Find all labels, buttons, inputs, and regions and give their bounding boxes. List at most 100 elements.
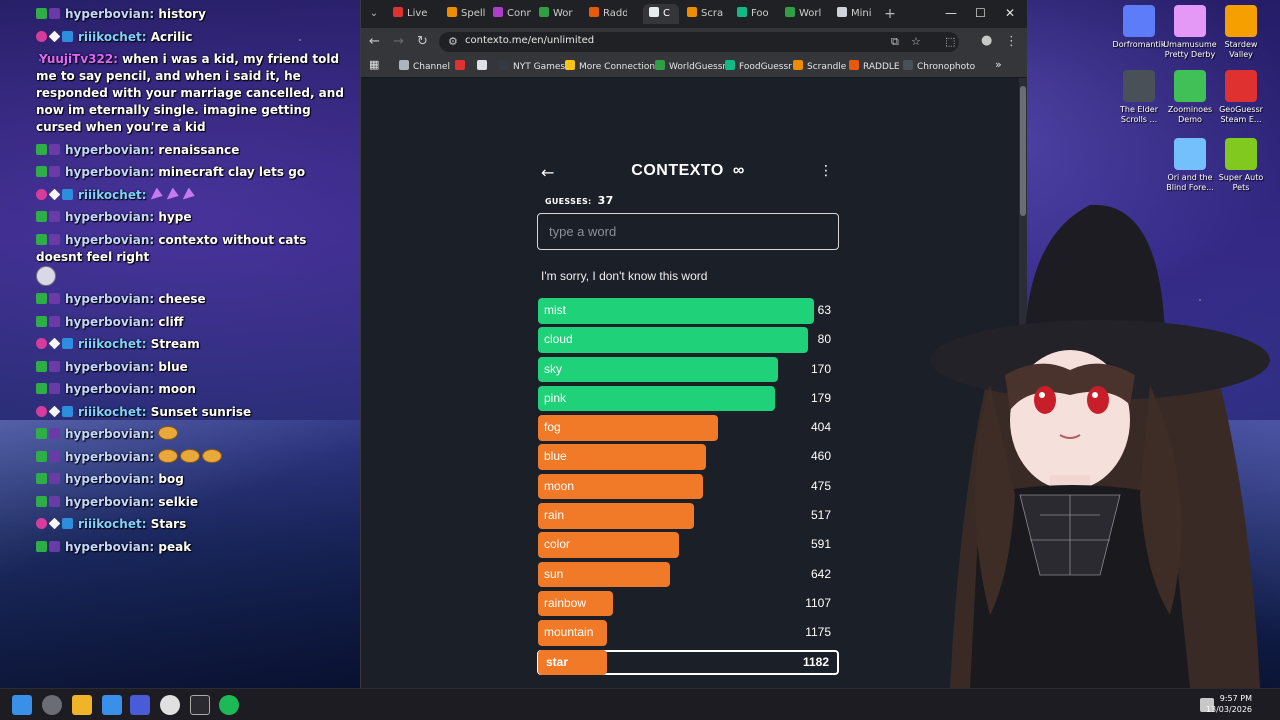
bookmark-item[interactable]: Channel xyxy=(399,60,450,72)
extensions-icon[interactable]: ⬚ xyxy=(945,35,955,48)
chat-username[interactable]: hyperbovian xyxy=(65,143,149,157)
browser-tab[interactable]: Wor xyxy=(533,4,577,24)
shortcut-label: Zoominoes Demo xyxy=(1167,105,1213,124)
chat-username[interactable]: YuujiTv322 xyxy=(39,52,113,66)
screenshot-icon[interactable]: ⧉ xyxy=(891,35,899,49)
chat-username[interactable]: hyperbovian xyxy=(65,495,149,509)
back-icon[interactable]: ← xyxy=(369,34,380,49)
chat-username[interactable]: hyperbovian xyxy=(65,427,149,441)
chat-username[interactable]: hyperbovian xyxy=(65,360,149,374)
profile-avatar[interactable]: ● xyxy=(981,33,992,48)
bookmark-label: Channel xyxy=(413,62,450,72)
chrome-icon[interactable] xyxy=(160,695,180,715)
bookmark-label: Chronophoto xyxy=(917,62,976,72)
browser-tab[interactable]: Conn xyxy=(487,4,531,24)
chat-username[interactable]: hyperbovian xyxy=(65,233,149,247)
photos-icon[interactable] xyxy=(102,695,122,715)
url-field[interactable]: ⚙ contexto.me/en/unlimited ⧉ ☆ ⬚ xyxy=(439,32,959,52)
start-icon[interactable] xyxy=(12,695,32,715)
chat-username[interactable]: hyperbovian xyxy=(65,450,149,464)
chat-username[interactable]: hyperbovian xyxy=(65,540,149,554)
chat-username[interactable]: hyperbovian xyxy=(65,472,149,486)
chat-username[interactable]: riiikochet xyxy=(78,188,142,202)
bookmark-item[interactable]: WorldGuessr xyxy=(655,60,726,72)
browser-tab[interactable]: C xyxy=(643,4,679,24)
apps-grid-icon[interactable]: ▦ xyxy=(369,58,379,71)
bookmark-star-icon[interactable]: ☆ xyxy=(911,35,921,48)
bookmark-item[interactable]: NYT Games xyxy=(499,60,565,72)
bookmark-item[interactable]: RADDLE xyxy=(849,60,900,72)
guesses-label: GUESSES: xyxy=(545,197,592,206)
chat-message: riiikochet: Sunset sunrise xyxy=(36,404,356,421)
chat-username[interactable]: hyperbovian xyxy=(65,210,149,224)
browser-tab[interactable]: Scra xyxy=(681,4,725,24)
bookmark-item[interactable]: More Connections xyxy=(565,60,660,72)
chat-message: hyperbovian: moon xyxy=(36,381,356,398)
desktop-shortcut[interactable]: Stardew Valley xyxy=(1214,5,1268,60)
tab-search-icon[interactable]: ⌄ xyxy=(365,5,383,23)
browser-menu-icon[interactable]: ⋮ xyxy=(1005,34,1018,49)
desktop-shortcut[interactable]: Zoominoes Demo xyxy=(1163,70,1217,125)
browser-tab[interactable]: Live xyxy=(387,4,431,24)
site-info-icon[interactable]: ⚙ xyxy=(448,35,458,48)
obs-icon[interactable] xyxy=(190,695,210,715)
shortcut-icon xyxy=(1225,138,1257,170)
bread-emote-icon xyxy=(158,448,179,463)
tab-favicon-icon xyxy=(687,7,697,17)
sub-badge-icon xyxy=(49,143,60,155)
chat-username[interactable]: riiikochet xyxy=(78,405,142,419)
chat-username[interactable]: hyperbovian xyxy=(65,165,149,179)
desktop-shortcut[interactable]: Umamusume Pretty Derby xyxy=(1163,5,1217,60)
bookmark-label: NYT Games xyxy=(513,62,566,72)
browser-tab[interactable]: Foo xyxy=(731,4,775,24)
chat-username[interactable]: hyperbovian xyxy=(65,382,149,396)
chat-username[interactable]: riiikochet xyxy=(78,30,142,44)
taskbar: 9:57 PM 13/03/2026 xyxy=(0,688,1280,720)
prime-badge-icon xyxy=(62,188,73,200)
sub-badge-icon xyxy=(49,428,60,439)
bookmark-icon xyxy=(793,60,803,70)
browser-tab[interactable]: Mini xyxy=(831,4,875,24)
chat-username[interactable]: hyperbovian xyxy=(65,315,149,329)
desktop-shortcut[interactable]: Ori and the Blind Fore... xyxy=(1163,138,1217,193)
bread-emote-icon xyxy=(180,448,201,463)
word-input[interactable] xyxy=(537,213,839,250)
bookmark-item[interactable] xyxy=(455,60,469,72)
chat-username[interactable]: hyperbovian xyxy=(65,7,149,21)
guess-word: pink xyxy=(544,390,567,405)
chat-username[interactable]: hyperbovian xyxy=(65,292,149,306)
desktop-shortcut[interactable]: The Elder Scrolls ... xyxy=(1112,70,1166,125)
clock[interactable]: 9:57 PM 13/03/2026 xyxy=(1206,693,1252,715)
reload-icon[interactable]: ↻ xyxy=(417,34,428,49)
app-icon-1[interactable] xyxy=(42,695,62,715)
guess-rank: 517 xyxy=(810,508,831,523)
bookmark-item[interactable]: Chronophoto xyxy=(903,60,975,72)
chat-username[interactable]: riiikochet xyxy=(78,337,142,351)
browser-tab[interactable]: Radd xyxy=(583,4,627,24)
vtube-icon[interactable] xyxy=(130,695,150,715)
bookmark-item[interactable]: Scrandle xyxy=(793,60,846,72)
close-window-icon[interactable]: ✕ xyxy=(1005,6,1015,20)
browser-tab[interactable]: Spell xyxy=(441,4,485,24)
desktop-shortcut[interactable]: Dorfromantik xyxy=(1112,5,1166,50)
minimize-icon[interactable]: — xyxy=(945,6,957,20)
forward-icon[interactable]: → xyxy=(393,34,404,49)
tab-label: Mini xyxy=(851,8,872,19)
chat-text: history xyxy=(158,7,206,21)
new-tab-button[interactable]: + xyxy=(881,5,899,23)
desktop-shortcut[interactable]: GeoGuessr Steam E... xyxy=(1214,70,1268,125)
bookmark-item[interactable]: FoodGuessr xyxy=(725,60,792,72)
desktop-shortcut[interactable]: Super Auto Pets xyxy=(1214,138,1268,193)
bookmarks-overflow-icon[interactable]: » xyxy=(995,58,1002,71)
tab-favicon-icon xyxy=(649,7,659,17)
guess-word: mountain xyxy=(544,625,594,640)
current-guess-row: star 1182 xyxy=(537,649,839,676)
chat-text: selkie xyxy=(158,494,199,509)
browser-tab[interactable]: Worl xyxy=(779,4,823,24)
game-menu-icon[interactable]: ⋮ xyxy=(819,163,833,179)
maximize-icon[interactable]: ☐ xyxy=(975,6,986,20)
bookmark-item[interactable] xyxy=(477,60,491,72)
spotify-icon[interactable] xyxy=(219,695,239,715)
chat-username[interactable]: riiikochet xyxy=(78,517,142,531)
file-explorer-icon[interactable] xyxy=(72,695,92,715)
